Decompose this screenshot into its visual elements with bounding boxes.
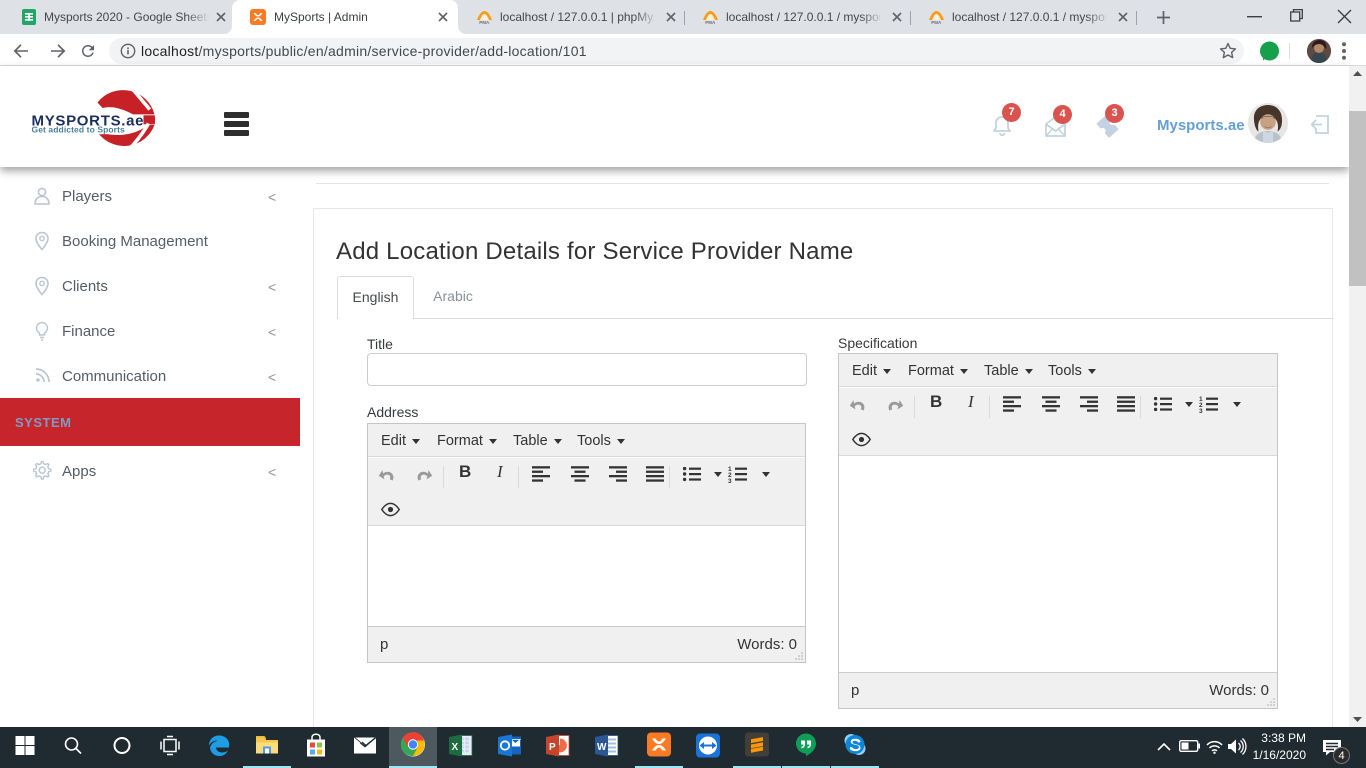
svg-text:3: 3 bbox=[1199, 408, 1203, 414]
svg-text:PMA: PMA bbox=[705, 20, 716, 25]
svg-text:P: P bbox=[549, 742, 556, 753]
svg-text:W: W bbox=[597, 742, 607, 753]
svg-text:PMA: PMA bbox=[931, 20, 942, 25]
svg-text:PMA: PMA bbox=[479, 20, 490, 25]
svg-text:X: X bbox=[452, 742, 459, 753]
svg-text:3: 3 bbox=[728, 478, 732, 484]
svg-text:Get addicted to Sports: Get addicted to Sports bbox=[32, 125, 126, 135]
